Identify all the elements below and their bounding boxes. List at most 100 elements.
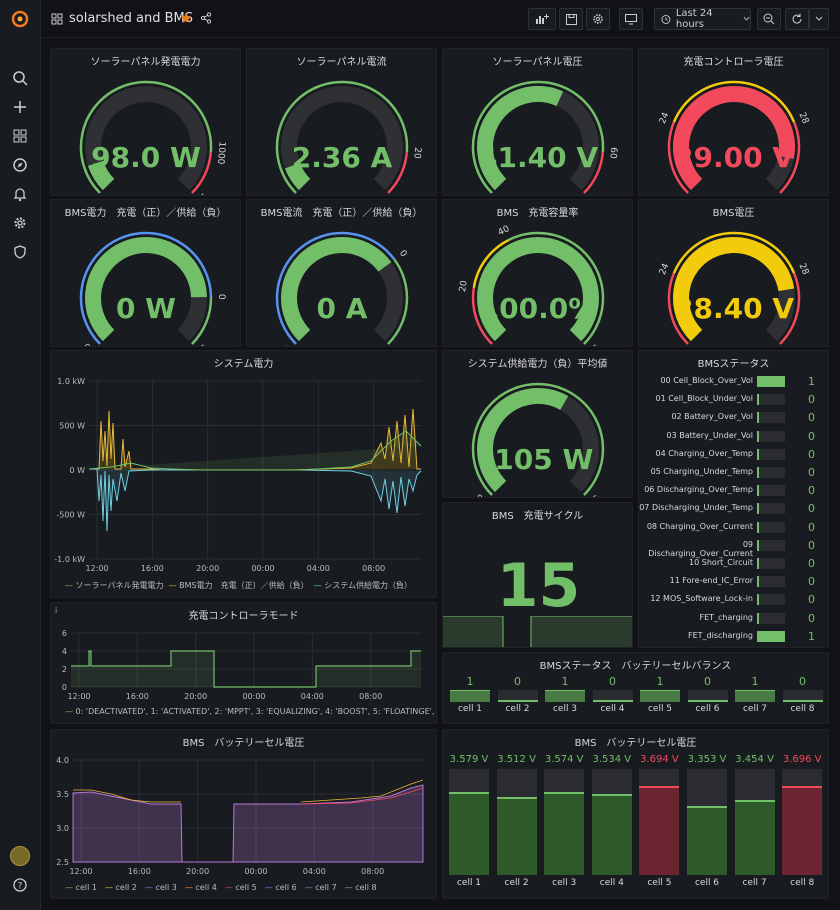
cell-voltage-item: 3.579 V cell 1 bbox=[448, 754, 490, 888]
gauge-panel-1[interactable]: ソーラーパネル発電電力0120100098.0 W bbox=[50, 48, 241, 196]
gauge-tick-label: 25 bbox=[387, 192, 402, 196]
x-tick-label: 12:00 bbox=[67, 692, 90, 701]
bms-status-panel[interactable]: BMSステータス 00 Cell_Block_Over_Vol 1 01 Cell_… bbox=[638, 350, 829, 648]
legend-system-supply[interactable]: システム供給電力（負） bbox=[324, 581, 412, 590]
gauge-panel-5[interactable]: BMS電力 充電（正）／供給（負）-50010000 W bbox=[50, 199, 241, 347]
gauge-tick-label: 20 bbox=[411, 147, 422, 159]
status-bar-fill bbox=[757, 521, 759, 533]
grafana-logo-icon[interactable] bbox=[11, 10, 29, 28]
refresh-interval-dropdown[interactable] bbox=[809, 8, 829, 30]
legend-cell-3[interactable]: — cell 3 bbox=[145, 883, 177, 892]
status-label: 08 Charging_Over_Current bbox=[646, 521, 753, 531]
cell-voltage-item: 3.696 V cell 8 bbox=[781, 754, 823, 888]
gauge-panel-8[interactable]: BMS電圧2230242828.40 V bbox=[638, 199, 829, 347]
legend-bms-power[interactable]: BMS電力 充電（正）／供給（負） bbox=[179, 581, 308, 590]
cell-voltage-value: 3.512 V bbox=[497, 754, 536, 765]
charge-cycle-panel[interactable]: BMS 充電サイクル 15 bbox=[442, 502, 633, 648]
legend-swatch: — bbox=[344, 883, 356, 892]
status-label: 00 Cell_Block_Over_Vol bbox=[660, 376, 753, 385]
sidebar: ? bbox=[0, 0, 41, 910]
charge-mode-panel[interactable]: i 充電コントローラモード 6 4 2 0 12:00 16:00 20:00 00:00 04… bbox=[50, 602, 437, 724]
gauge-value: 2.36 A bbox=[292, 141, 393, 174]
cell-voltage-chart-panel[interactable]: BMS バッテリーセル電圧 4.0 3.5 3.0 2.5 12:00 16:00 20:0… bbox=[50, 729, 437, 899]
cell-voltage-value: 3.534 V bbox=[592, 754, 632, 765]
gauge-tick-label: -500 bbox=[82, 340, 104, 347]
zoom-out-button[interactable] bbox=[757, 8, 781, 30]
x-tick-label: 04:00 bbox=[303, 867, 326, 876]
share-icon[interactable] bbox=[200, 12, 212, 24]
system-power-panel[interactable]: システム電力 1.0 kW 500 W0 W -500 W -1.0 kW 12:00 1… bbox=[50, 350, 437, 598]
avatar[interactable] bbox=[10, 846, 30, 866]
legend-cell-4[interactable]: — cell 4 bbox=[185, 883, 217, 892]
system-supply-avg-panel[interactable]: システム供給電力（負）平均値-868374-105 W bbox=[442, 350, 633, 498]
cell-voltage-bar bbox=[782, 769, 823, 875]
cell-balance-panel[interactable]: BMSステータス バッテリーセルバランス 1 cell 1 0 cell 2 1 cell… bbox=[442, 652, 829, 724]
dashboards-icon[interactable] bbox=[12, 128, 28, 144]
status-bar bbox=[757, 412, 785, 424]
y-tick-label: 4.0 bbox=[56, 756, 69, 765]
compass-icon[interactable] bbox=[12, 157, 28, 173]
chart-legend: — cell 1 — cell 2 — cell 3 — cell 4 — cell 5… bbox=[65, 883, 385, 892]
cell-voltage-label: cell 6 bbox=[694, 878, 720, 888]
shield-icon[interactable] bbox=[12, 244, 28, 260]
search-icon[interactable] bbox=[12, 70, 28, 86]
legend-charge-mode[interactable]: 0: 'DEACTIVATED', 1: 'ACTIVATED', 2: 'MP… bbox=[76, 707, 436, 716]
status-label: 10 Short_Circuit bbox=[689, 558, 753, 567]
bell-icon[interactable] bbox=[12, 186, 28, 202]
gauge-value: 41.40 V bbox=[478, 141, 598, 174]
status-label: 07 Discharging_Under_Temp bbox=[639, 503, 753, 513]
gauge-panel-6[interactable]: BMS電流 充電（正）／供給（負）-954000 A bbox=[246, 199, 437, 347]
status-value: 0 bbox=[808, 447, 815, 461]
save-button[interactable] bbox=[559, 8, 583, 30]
status-label: 01 Cell_Block_Under_Vol bbox=[655, 394, 754, 404]
cell-balance-item: 0 cell 2 bbox=[497, 675, 539, 714]
cell-balance-bar bbox=[687, 690, 728, 702]
cell-voltage-bars-panel[interactable]: BMS バッテリーセル電圧 3.579 V cell 1 3.512 V cell 2… bbox=[442, 729, 829, 899]
settings-button[interactable] bbox=[586, 8, 610, 30]
gear-icon[interactable] bbox=[12, 215, 28, 231]
legend-cell-7[interactable]: — cell 7 bbox=[305, 883, 337, 892]
status-bar bbox=[757, 430, 785, 442]
cell-voltage-value: 3.353 V bbox=[687, 754, 727, 765]
cell-balance-item: 1 cell 5 bbox=[639, 675, 681, 714]
status-label: 12 MOS_Software_Lock-in bbox=[650, 594, 753, 604]
x-tick-label: 08:00 bbox=[361, 867, 384, 876]
help-icon[interactable]: ? bbox=[12, 877, 28, 893]
status-bar-fill bbox=[757, 394, 759, 406]
gauge-panel-7[interactable]: BMS 充電容量率01002040100.0% bbox=[442, 199, 633, 347]
legend-cell-1[interactable]: — cell 1 bbox=[65, 883, 97, 892]
legend-cell-8[interactable]: — cell 8 bbox=[345, 883, 377, 892]
clock-icon bbox=[661, 14, 671, 24]
time-range-picker[interactable]: Last 24 hours bbox=[654, 8, 751, 30]
status-row: 02 Battery_Over_Vol 0 bbox=[639, 409, 828, 425]
cell-voltage-bar-fill bbox=[591, 794, 632, 875]
y-tick-label: -1.0 kW bbox=[54, 555, 85, 564]
status-label: 06 Discharging_Over_Temp bbox=[644, 485, 753, 495]
add-panel-button[interactable] bbox=[528, 8, 556, 30]
status-row: 03 Battery_Under_Vol 0 bbox=[639, 428, 828, 444]
gauge-panel-3[interactable]: ソーラーパネル電圧0706041.40 V bbox=[442, 48, 633, 196]
legend-swatch: — bbox=[264, 883, 276, 892]
cell-balance-value: 0 bbox=[704, 675, 711, 688]
y-tick-label: 2 bbox=[62, 665, 67, 674]
legend-cell-5[interactable]: — cell 5 bbox=[225, 883, 257, 892]
cell-balance-bar-fill bbox=[687, 700, 728, 702]
dashboard-title[interactable]: solarshed and BMS bbox=[69, 11, 193, 26]
status-bar-fill bbox=[757, 467, 759, 478]
gauge-panel-2[interactable]: ソーラーパネル電流025202.36 A bbox=[246, 48, 437, 196]
tv-mode-button[interactable] bbox=[619, 8, 643, 30]
legend-cell-2[interactable]: — cell 2 bbox=[105, 883, 137, 892]
status-value: 0 bbox=[808, 520, 815, 534]
gauge-panel-4[interactable]: 充電コントローラ電圧2230242829.00 V bbox=[638, 48, 829, 196]
legend-solar[interactable]: ソーラーパネル発電電力 bbox=[76, 581, 164, 590]
star-icon[interactable] bbox=[180, 12, 192, 24]
gauge-tick-label: 0 bbox=[87, 194, 98, 196]
plus-icon[interactable] bbox=[12, 99, 28, 115]
x-tick-label: 04:00 bbox=[301, 692, 324, 701]
legend-cell-6[interactable]: — cell 6 bbox=[265, 883, 297, 892]
status-bar bbox=[757, 539, 785, 551]
status-value: 1 bbox=[808, 629, 815, 643]
refresh-button[interactable] bbox=[785, 8, 809, 30]
gauge-value: 29.00 V bbox=[674, 141, 794, 174]
cell-voltage-bar-fill bbox=[544, 792, 585, 875]
